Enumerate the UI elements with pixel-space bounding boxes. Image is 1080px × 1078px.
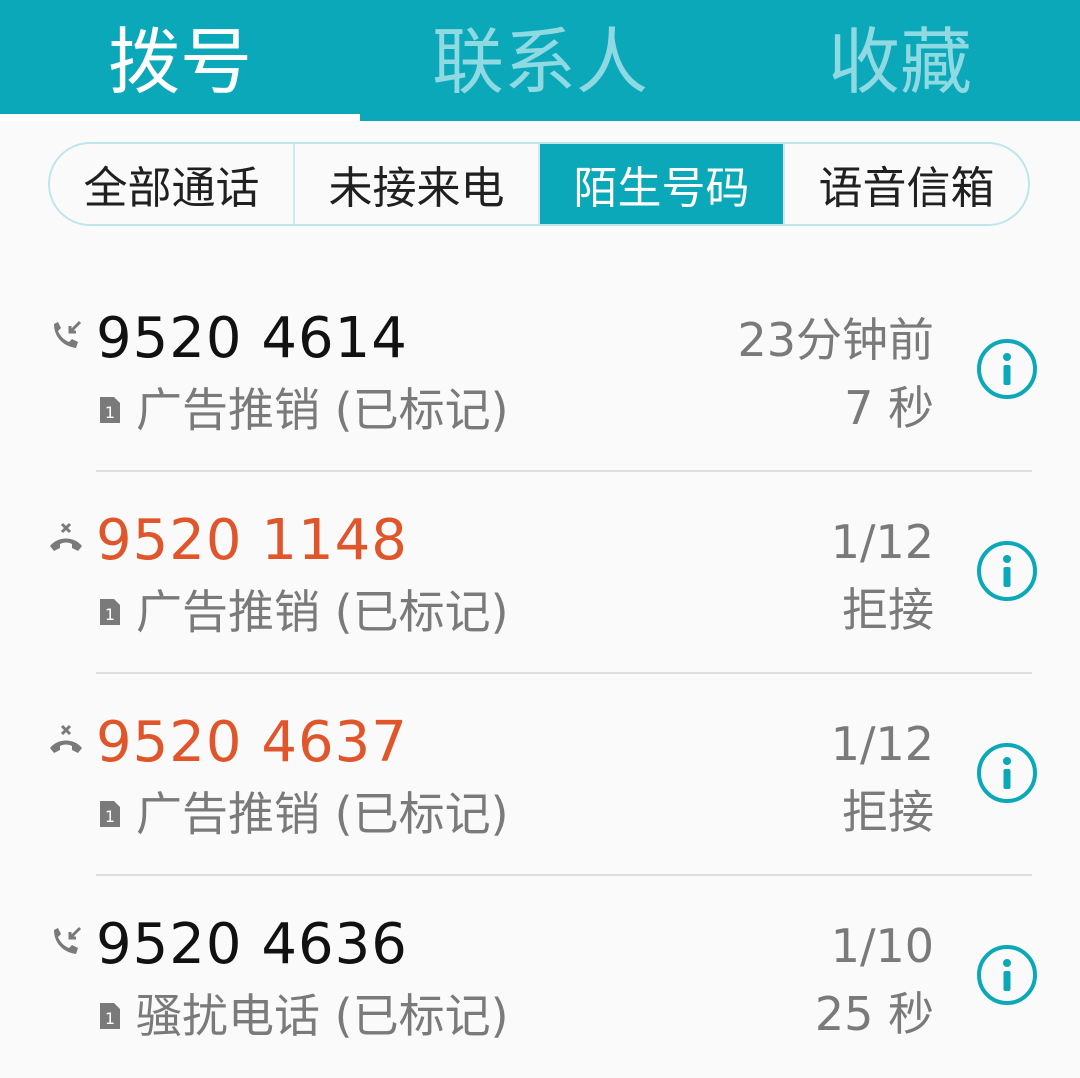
call-duration: 7 秒	[844, 381, 934, 435]
incoming-call-icon	[54, 320, 82, 348]
number-tag: 广告推销 (已标记)	[136, 787, 509, 841]
call-log-row[interactable]: 9520 1148 1 广告推销 (已标记) 1/12 拒接	[0, 472, 1080, 674]
call-status: 拒接	[842, 785, 934, 839]
filter-voicemail[interactable]: 语音信箱	[785, 144, 1028, 224]
call-log-row[interactable]: 9520 4614 1 广告推销 (已标记) 23分钟前 7 秒	[0, 270, 1080, 472]
rejected-call-icon	[50, 522, 82, 551]
call-log-row[interactable]: 9520 4636 1 骚扰电话 (已标记) 1/10 25 秒	[0, 876, 1080, 1078]
filter-missed-calls[interactable]: 未接来电	[295, 144, 540, 224]
sim1-icon: 1	[100, 801, 120, 827]
tab-favorites[interactable]: 收藏	[720, 0, 1080, 110]
info-icon[interactable]	[976, 540, 1038, 602]
call-log-row[interactable]: 9520 4637 1 广告推销 (已标记) 1/12 拒接	[0, 674, 1080, 876]
call-status: 拒接	[842, 583, 934, 637]
call-time: 1/12	[830, 717, 934, 771]
phone-number: 9520 1148	[96, 508, 408, 573]
svg-text:1: 1	[105, 605, 115, 624]
sim1-icon: 1	[100, 397, 120, 423]
rejected-call-icon	[50, 724, 82, 753]
tab-contacts[interactable]: 联系人	[360, 0, 720, 110]
info-icon[interactable]	[976, 742, 1038, 804]
active-tab-indicator	[0, 114, 360, 121]
sim1-icon: 1	[100, 1003, 120, 1029]
call-duration: 25 秒	[814, 987, 934, 1041]
info-icon[interactable]	[976, 944, 1038, 1006]
svg-text:1: 1	[105, 403, 115, 422]
call-time: 1/12	[830, 515, 934, 569]
number-tag: 骚扰电话 (已标记)	[136, 989, 509, 1043]
call-time: 1/10	[830, 919, 934, 973]
phone-number: 9520 4636	[96, 912, 408, 977]
call-log-list: 9520 4614 1 广告推销 (已标记) 23分钟前 7 秒 9520 11…	[0, 270, 1080, 1078]
svg-text:1: 1	[105, 1009, 115, 1028]
number-tag: 广告推销 (已标记)	[136, 585, 509, 639]
top-tab-bar: 拨号 联系人 收藏	[0, 0, 1080, 121]
info-icon[interactable]	[976, 338, 1038, 400]
filter-all-calls[interactable]: 全部通话	[50, 144, 295, 224]
number-tag: 广告推销 (已标记)	[136, 383, 509, 437]
sim1-icon: 1	[100, 599, 120, 625]
incoming-call-icon	[54, 926, 82, 954]
tab-dialer[interactable]: 拨号	[0, 0, 360, 110]
call-filter-segmented-control: 全部通话 未接来电 陌生号码 语音信箱	[48, 142, 1030, 226]
filter-unknown-numbers[interactable]: 陌生号码	[540, 144, 785, 224]
phone-number: 9520 4637	[96, 710, 408, 775]
phone-number: 9520 4614	[96, 306, 408, 371]
call-time: 23分钟前	[737, 313, 934, 367]
svg-text:1: 1	[105, 807, 115, 826]
